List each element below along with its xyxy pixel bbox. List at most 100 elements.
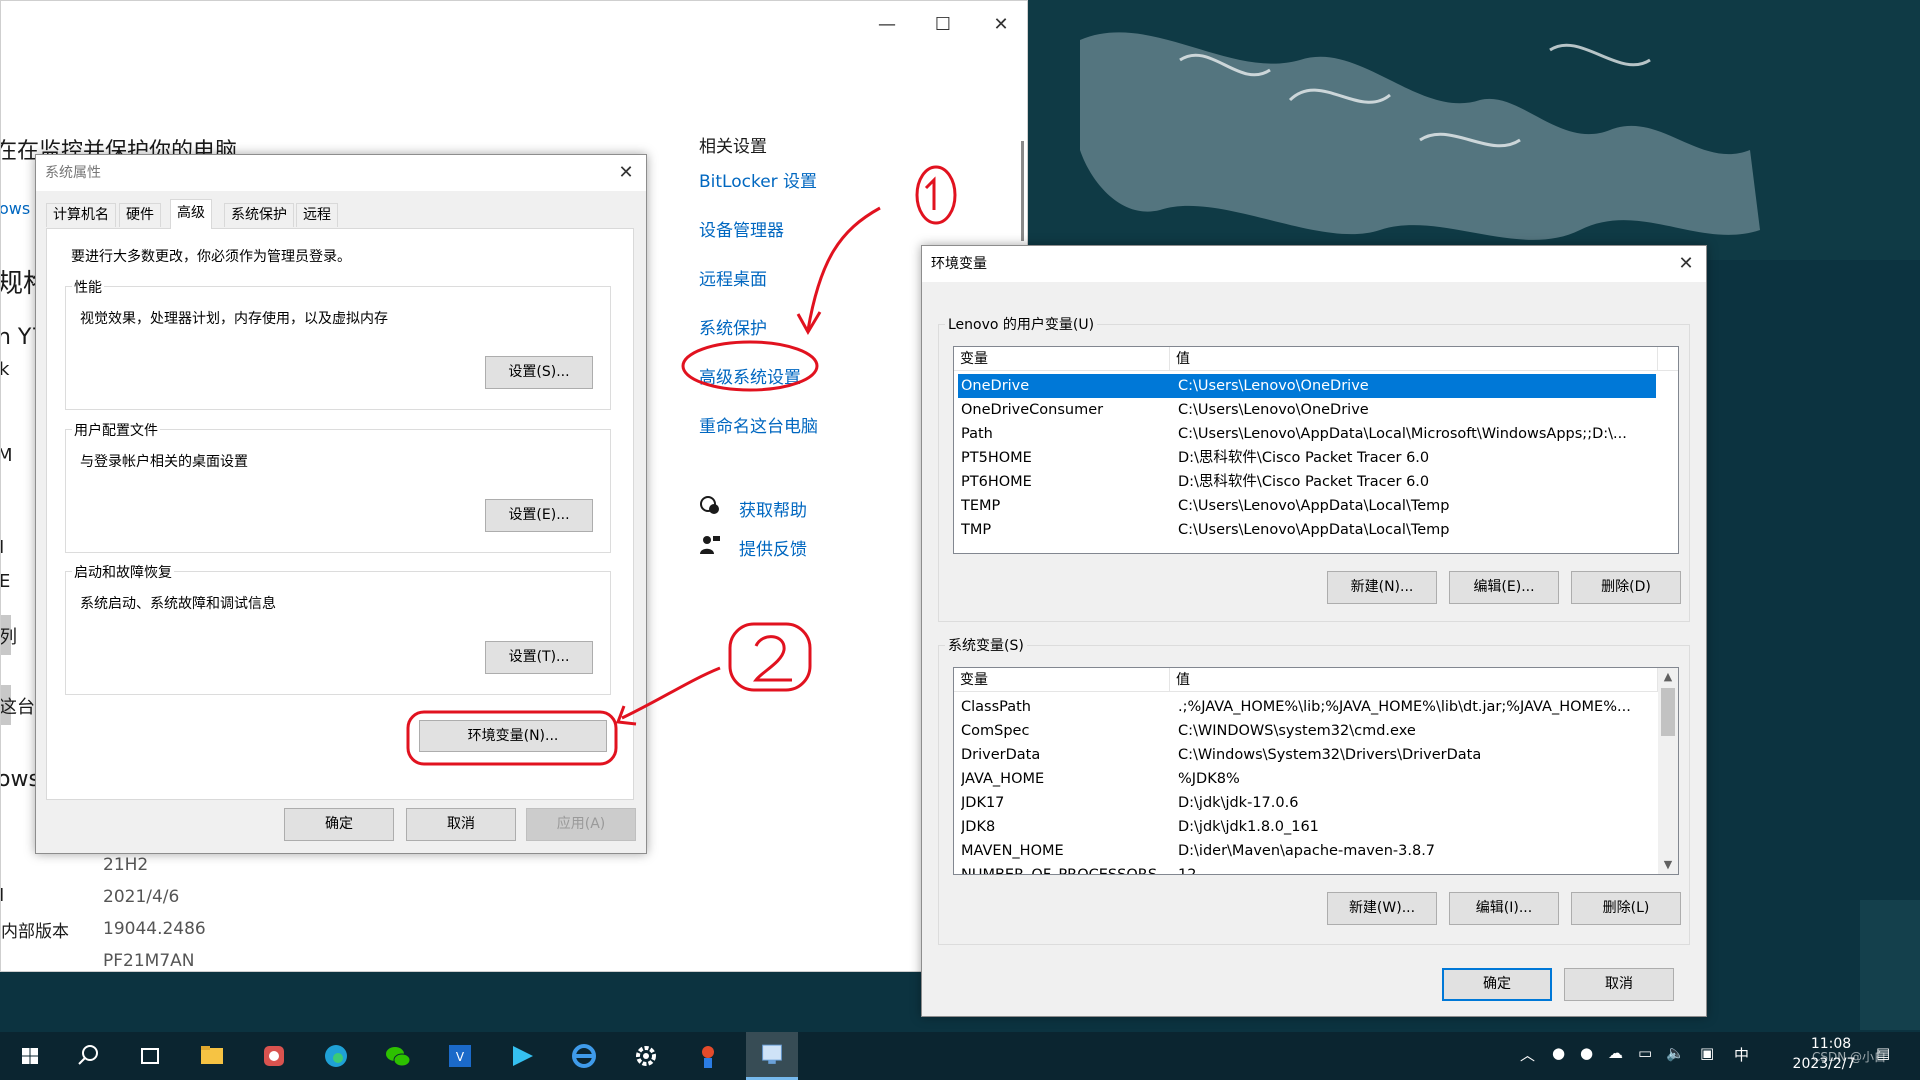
- var-value: %JDK8%: [1178, 771, 1240, 787]
- tab-computer-name[interactable]: 计算机名: [46, 203, 116, 227]
- settings-gear-icon[interactable]: [622, 1032, 670, 1080]
- list-item[interactable]: DriverData C:\Windows\System32\Drivers\D…: [958, 743, 1656, 767]
- list-item[interactable]: Path C:\Users\Lenovo\AppData\Local\Micro…: [958, 422, 1656, 446]
- tray-penguin2-icon[interactable]: ●: [1580, 1044, 1593, 1068]
- performance-settings-button[interactable]: 设置(S)...: [485, 356, 593, 389]
- tab-system-protection[interactable]: 系统保护: [224, 203, 294, 227]
- list-item[interactable]: PT5HOME D:\思科软件\Cisco Packet Tracer 6.0: [958, 446, 1656, 470]
- column-value[interactable]: 值: [1170, 347, 1658, 371]
- onedrive-icon[interactable]: ☁: [1608, 1044, 1623, 1068]
- user-profiles-settings-button[interactable]: 设置(E)...: [485, 499, 593, 532]
- system-properties-taskbar-icon[interactable]: [746, 1032, 798, 1080]
- system-delete-button[interactable]: 删除(L): [1571, 892, 1681, 925]
- wechat-icon[interactable]: [374, 1032, 422, 1080]
- dialog-title: 环境变量: [922, 246, 1706, 282]
- var-name: Path: [961, 426, 993, 442]
- startup-recovery-settings-button[interactable]: 设置(T)...: [485, 641, 593, 674]
- ime-indicator[interactable]: 中: [1734, 1044, 1749, 1068]
- system-new-button[interactable]: 新建(W)...: [1327, 892, 1437, 925]
- photos-app-icon[interactable]: [250, 1032, 298, 1080]
- column-variable[interactable]: 变量: [954, 347, 1170, 371]
- give-feedback-link[interactable]: 提供反馈: [739, 535, 807, 560]
- list-item[interactable]: ComSpec C:\WINDOWS\system32\cmd.exe: [958, 719, 1656, 743]
- clock-time[interactable]: 11:08: [1786, 1036, 1876, 1052]
- task-view-icon[interactable]: [126, 1032, 174, 1080]
- related-settings-title: 相关设置: [699, 137, 767, 157]
- video-player-icon[interactable]: [498, 1032, 546, 1080]
- file-explorer-icon[interactable]: [188, 1032, 236, 1080]
- ok-button[interactable]: 确定: [284, 808, 394, 841]
- battery-icon[interactable]: ▭: [1638, 1044, 1652, 1068]
- list-item[interactable]: ClassPath .;%JAVA_HOME%\lib;%JAVA_HOME%\…: [958, 695, 1656, 719]
- build-label: 内部版本: [1, 922, 69, 942]
- bitlocker-link[interactable]: BitLocker 设置: [699, 167, 817, 192]
- cancel-button[interactable]: 取消: [406, 808, 516, 841]
- var-value: D:\思科软件\Cisco Packet Tracer 6.0: [1178, 450, 1430, 466]
- var-name: OneDriveConsumer: [961, 402, 1104, 418]
- list-item[interactable]: NUMBER_OF_PROCESSORS 12: [958, 863, 1656, 875]
- var-value: 12: [1178, 867, 1197, 875]
- var-value: C:\Users\Lenovo\OneDrive: [1178, 378, 1369, 394]
- list-item[interactable]: JDK8 D:\jdk\jdk1.8.0_161: [958, 815, 1656, 839]
- get-help-link[interactable]: 获取帮助: [739, 496, 807, 521]
- column-variable[interactable]: 变量: [954, 668, 1170, 692]
- vmware-icon[interactable]: V: [436, 1032, 484, 1080]
- list-item[interactable]: TMP C:\Users\Lenovo\AppData\Local\Temp: [958, 518, 1656, 542]
- system-protection-link[interactable]: 系统保护: [699, 314, 767, 339]
- var-value: C:\Windows\System32\Drivers\DriverData: [1178, 747, 1482, 763]
- system-variables-list[interactable]: 变量 值 ClassPath .;%JAVA_HOME%\lib;%JAVA_H…: [953, 667, 1679, 875]
- close-button[interactable]: ✕: [981, 11, 1021, 39]
- system-list-scrollbar[interactable]: ▲ ▼: [1658, 668, 1678, 874]
- var-name: TMP: [961, 522, 992, 538]
- windows-spec-heading: ows: [0, 767, 40, 792]
- advanced-tab-panel: 要进行大多数更改，你必须作为管理员登录。 性能 视觉效果，处理器计划，内存使用，…: [46, 228, 634, 800]
- remote-tool-icon[interactable]: [684, 1032, 732, 1080]
- close-icon[interactable]: ✕: [612, 159, 640, 187]
- tray-penguin-icon[interactable]: ●: [1552, 1044, 1565, 1068]
- search-icon[interactable]: [64, 1032, 112, 1080]
- maximize-button[interactable]: ☐: [923, 11, 963, 39]
- user-new-button[interactable]: 新建(N)...: [1327, 571, 1437, 604]
- admin-note: 要进行大多数更改，你必须作为管理员登录。: [71, 249, 351, 265]
- windows-start-icon[interactable]: [6, 1032, 54, 1080]
- system-variables-group: 系统变量(S) 变量 值 ClassPath .;%JAVA_HOME%\lib…: [938, 635, 1690, 945]
- scroll-thumb[interactable]: [1661, 688, 1675, 736]
- edge-icon[interactable]: [312, 1032, 360, 1080]
- scroll-down-icon[interactable]: ▼: [1658, 856, 1678, 874]
- minimize-button[interactable]: —: [867, 11, 907, 39]
- list-item[interactable]: JAVA_HOME %JDK8%: [958, 767, 1656, 791]
- settings-scrollbar[interactable]: [1021, 141, 1024, 241]
- apply-button[interactable]: 应用(A): [526, 808, 636, 841]
- close-icon[interactable]: ✕: [1672, 250, 1700, 278]
- user-edit-button[interactable]: 编辑(E)...: [1449, 571, 1559, 604]
- env-cancel-button[interactable]: 取消: [1564, 968, 1674, 1001]
- rename-pc-link[interactable]: 重命名这台电脑: [699, 412, 818, 437]
- list-item[interactable]: MAVEN_HOME D:\ider\Maven\apache-maven-3.…: [958, 839, 1656, 863]
- show-hidden-icons-icon[interactable]: ︿: [1520, 1044, 1535, 1068]
- device-manager-link[interactable]: 设备管理器: [699, 216, 784, 241]
- clock-date[interactable]: 2023/2/7: [1772, 1056, 1876, 1072]
- network-icon[interactable]: ▣: [1700, 1044, 1714, 1068]
- user-variables-group: Lenovo 的用户变量(U) 变量 值 OneDrive C:\Users\L…: [938, 314, 1690, 622]
- list-item[interactable]: OneDriveConsumer C:\Users\Lenovo\OneDriv…: [958, 398, 1656, 422]
- list-item[interactable]: TEMP C:\Users\Lenovo\AppData\Local\Temp: [958, 494, 1656, 518]
- system-edit-button[interactable]: 编辑(I)...: [1449, 892, 1559, 925]
- environment-variables-button[interactable]: 环境变量(N)...: [419, 720, 607, 752]
- group-description: 与登录帐户相关的桌面设置: [80, 454, 248, 470]
- tab-remote[interactable]: 远程: [296, 203, 338, 227]
- remote-desktop-link[interactable]: 远程桌面: [699, 265, 767, 290]
- performance-group: 性能 视觉效果，处理器计划，内存使用，以及虚拟内存 设置(S)...: [65, 277, 611, 410]
- env-ok-button[interactable]: 确定: [1442, 968, 1552, 1001]
- user-variables-list[interactable]: 变量 值 OneDrive C:\Users\Lenovo\OneDrive O…: [953, 346, 1679, 554]
- internet-explorer-icon[interactable]: [560, 1032, 608, 1080]
- column-value[interactable]: 值: [1170, 668, 1658, 692]
- tab-hardware[interactable]: 硬件: [119, 203, 161, 227]
- volume-icon[interactable]: 🔈: [1666, 1044, 1685, 1068]
- list-item[interactable]: PT6HOME D:\思科软件\Cisco Packet Tracer 6.0: [958, 470, 1656, 494]
- list-item[interactable]: JDK17 D:\jdk\jdk-17.0.6: [958, 791, 1656, 815]
- tab-advanced[interactable]: 高级: [170, 199, 212, 229]
- list-item[interactable]: OneDrive C:\Users\Lenovo\OneDrive: [958, 374, 1656, 398]
- advanced-system-settings-link[interactable]: 高级系统设置: [699, 363, 801, 388]
- user-delete-button[interactable]: 删除(D): [1571, 571, 1681, 604]
- scroll-up-icon[interactable]: ▲: [1658, 668, 1678, 686]
